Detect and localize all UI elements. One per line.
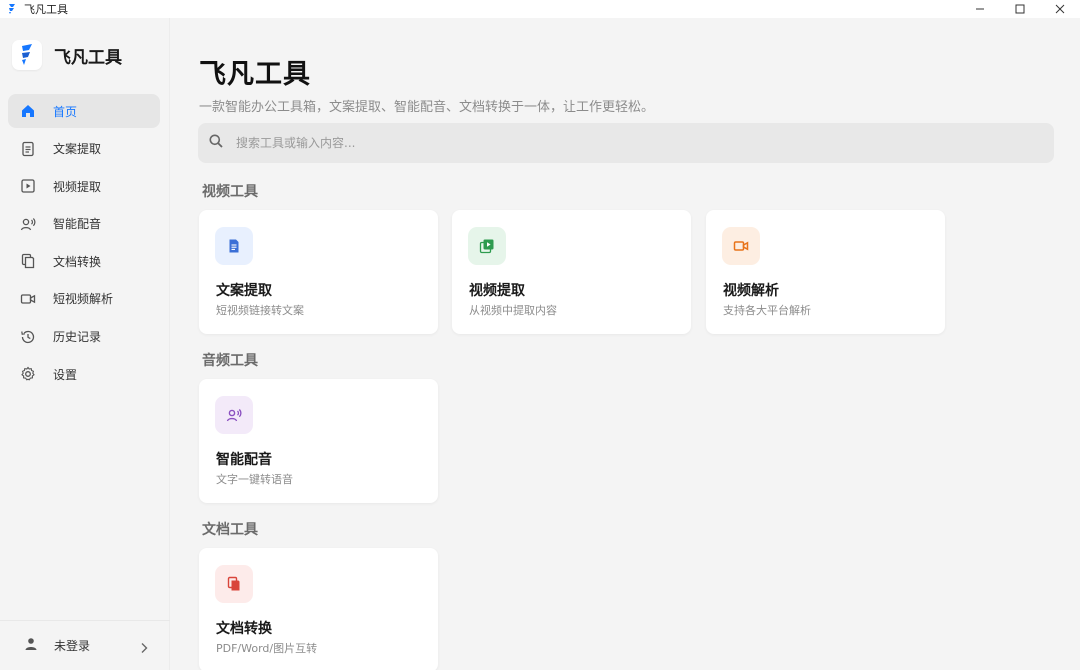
- card-icon-box: [215, 227, 253, 265]
- card-description: PDF/Word/图片互转: [216, 642, 318, 655]
- sidebar-item-label: 视频提取: [53, 179, 102, 194]
- camera-icon: [733, 241, 749, 251]
- sidebar-item-label: 历史记录: [53, 330, 102, 345]
- section-title-document-tools: 文档工具: [202, 522, 258, 538]
- window-title: 飞凡工具: [24, 3, 68, 16]
- brand-logo: [12, 40, 42, 70]
- sidebar-item-label: 智能配音: [53, 217, 102, 232]
- sidebar-item-label: 文案提取: [53, 142, 102, 157]
- camera-icon: [20, 291, 36, 307]
- card-description: 从视频中提取内容: [469, 304, 557, 317]
- search-icon: [208, 133, 224, 153]
- app-logo-icon: [9, 4, 15, 14]
- video-frame-icon: [479, 239, 494, 254]
- card-title: 视频解析: [723, 283, 779, 299]
- card-title: 视频提取: [469, 283, 525, 299]
- sidebar-item-settings[interactable]: 设置: [8, 357, 160, 391]
- sidebar: 飞凡工具 首页 文案提取 视频提取 智能配音 文档转换 短视频解析 历史记录 设…: [0, 18, 170, 670]
- card-description: 短视频链接转文案: [216, 304, 304, 317]
- minimize-button[interactable]: [960, 0, 1000, 18]
- card-title: 文案提取: [216, 283, 272, 299]
- card-icon-box: [215, 396, 253, 434]
- window-titlebar: 飞凡工具: [0, 0, 1080, 18]
- login-status-label: 未登录: [54, 639, 91, 653]
- card-title: 文档转换: [216, 621, 272, 637]
- close-icon: [1055, 4, 1065, 14]
- maximize-button[interactable]: [1000, 0, 1040, 18]
- copy-icon: [227, 576, 240, 591]
- main-content: 飞凡工具 一款智能办公工具箱，文案提取、智能配音、文档转换于一体，让工作更轻松。…: [171, 18, 1080, 670]
- section-title-video-tools: 视频工具: [202, 184, 258, 200]
- gear-icon: [20, 366, 36, 382]
- sidebar-item-label: 首页: [53, 104, 78, 119]
- card-icon-box: [468, 227, 506, 265]
- sidebar-item-home[interactable]: 首页: [8, 94, 160, 128]
- brand: 飞凡工具: [12, 40, 122, 70]
- chevron-right-icon: [138, 639, 150, 658]
- card-icon-box: [722, 227, 760, 265]
- search-input[interactable]: [236, 136, 996, 150]
- user-icon: [24, 636, 38, 655]
- card-description: 支持各大平台解析: [723, 304, 811, 317]
- page-subtitle: 一款智能办公工具箱，文案提取、智能配音、文档转换于一体，让工作更轻松。: [199, 100, 655, 115]
- search-bar[interactable]: [198, 123, 1054, 163]
- voice-icon: [20, 216, 36, 232]
- tool-card-doc-convert[interactable]: 文档转换 PDF/Word/图片互转: [199, 548, 438, 670]
- maximize-icon: [1015, 4, 1025, 14]
- copy-icon: [20, 253, 36, 269]
- sidebar-item-label: 短视频解析: [53, 292, 114, 307]
- sidebar-item-video-extract[interactable]: 视频提取: [8, 169, 160, 203]
- tool-card-copy-extract[interactable]: 文案提取 短视频链接转文案: [199, 210, 438, 334]
- card-title: 智能配音: [216, 452, 272, 468]
- section-title-audio-tools: 音频工具: [202, 353, 258, 369]
- document-icon: [20, 141, 36, 157]
- video-frame-icon: [20, 178, 36, 194]
- tool-card-smart-voice[interactable]: 智能配音 文字一键转语音: [199, 379, 438, 503]
- sidebar-item-smart-voice[interactable]: 智能配音: [8, 207, 160, 241]
- document-icon: [229, 239, 239, 253]
- brand-logo-icon: [22, 44, 32, 65]
- card-description: 文字一键转语音: [216, 473, 293, 486]
- home-icon: [20, 103, 36, 119]
- minimize-icon: [976, 8, 984, 10]
- sidebar-item-label: 文档转换: [53, 254, 102, 269]
- sidebar-item-short-video-parse[interactable]: 短视频解析: [8, 282, 160, 316]
- sidebar-item-copy-extract[interactable]: 文案提取: [8, 132, 160, 166]
- sidebar-item-label: 设置: [53, 367, 78, 382]
- brand-name: 飞凡工具: [54, 47, 122, 68]
- tool-card-video-extract[interactable]: 视频提取 从视频中提取内容: [452, 210, 691, 334]
- page-title: 飞凡工具: [199, 59, 311, 90]
- close-button[interactable]: [1040, 0, 1080, 18]
- sidebar-item-history[interactable]: 历史记录: [8, 320, 160, 354]
- history-icon: [20, 329, 36, 345]
- card-icon-box: [215, 565, 253, 603]
- sidebar-nav: 首页 文案提取 视频提取 智能配音 文档转换 短视频解析 历史记录 设置: [8, 94, 160, 395]
- sidebar-item-doc-convert[interactable]: 文档转换: [8, 244, 160, 278]
- voice-icon: [226, 409, 242, 422]
- tool-card-video-parse[interactable]: 视频解析 支持各大平台解析: [706, 210, 945, 334]
- login-status-button[interactable]: 未登录: [0, 620, 170, 670]
